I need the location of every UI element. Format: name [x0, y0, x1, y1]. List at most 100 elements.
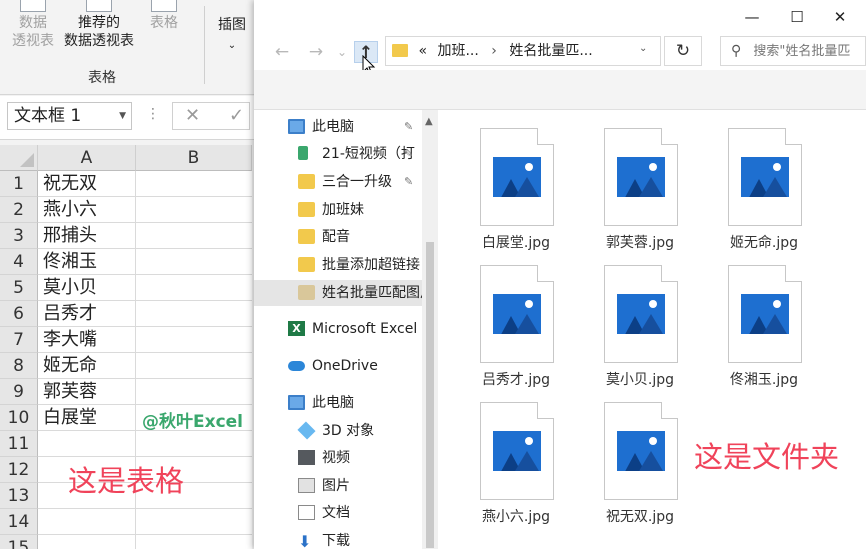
- row-header[interactable]: 12: [0, 457, 38, 483]
- cell-b[interactable]: [136, 379, 252, 405]
- nav-item[interactable]: X Microsoft Excel: [254, 316, 422, 342]
- row-header[interactable]: 7: [0, 327, 38, 353]
- search-input[interactable]: ⚲ 搜索"姓名批量匹: [720, 36, 866, 66]
- cell-b[interactable]: [136, 509, 252, 535]
- row-header[interactable]: 14: [0, 509, 38, 535]
- cell-a[interactable]: 姬无命: [38, 353, 136, 379]
- cell-a[interactable]: [38, 431, 136, 457]
- back-button[interactable]: ←: [270, 41, 294, 63]
- cell-a[interactable]: [38, 509, 136, 535]
- image-file-icon: [480, 128, 554, 226]
- photo-thumbnail-icon: [617, 431, 665, 471]
- row-header[interactable]: 2: [0, 197, 38, 223]
- nav-item-label: Microsoft Excel: [312, 321, 418, 337]
- file-item[interactable]: 姬无命.jpg: [684, 110, 804, 251]
- cancel-icon[interactable]: ✕: [185, 105, 200, 126]
- nav-item[interactable]: 批量添加超链接: [254, 252, 422, 278]
- breadcrumb-current[interactable]: 姓名批量匹...: [509, 43, 592, 59]
- row-header[interactable]: 10: [0, 405, 38, 431]
- row-header[interactable]: 4: [0, 249, 38, 275]
- forward-button[interactable]: →: [304, 41, 328, 63]
- row-header[interactable]: 13: [0, 483, 38, 509]
- nav-item[interactable]: 此电脑: [254, 390, 422, 416]
- refresh-button[interactable]: ↻: [664, 36, 702, 66]
- cell-a[interactable]: 莫小贝: [38, 275, 136, 301]
- breadcrumb-parent[interactable]: 加班...: [437, 43, 478, 59]
- scroll-up-icon[interactable]: ▲: [425, 116, 433, 127]
- column-header-b[interactable]: B: [136, 145, 252, 171]
- cell-b[interactable]: [136, 301, 252, 327]
- nav-item[interactable]: 此电脑 ✎: [254, 114, 422, 140]
- minimize-button[interactable]: —: [740, 6, 764, 28]
- nav-item[interactable]: 3D 对象: [254, 418, 422, 444]
- photo-thumbnail-icon: [493, 431, 541, 471]
- file-item[interactable]: 郭芙蓉.jpg: [560, 110, 680, 251]
- cell-a[interactable]: 燕小六: [38, 197, 136, 223]
- file-item[interactable]: 燕小六.jpg: [436, 384, 556, 525]
- cell-b[interactable]: [136, 431, 252, 457]
- cell-b[interactable]: [136, 223, 252, 249]
- address-bar[interactable]: « 加班... › 姓名批量匹...: [385, 36, 661, 66]
- table-button[interactable]: 表格: [150, 0, 178, 32]
- file-item[interactable]: 吕秀才.jpg: [436, 247, 556, 388]
- file-item[interactable]: 祝无双.jpg: [560, 384, 680, 525]
- nav-item[interactable]: OneDrive: [254, 353, 422, 379]
- row-header[interactable]: 5: [0, 275, 38, 301]
- nav-item[interactable]: 配音: [254, 224, 422, 250]
- row-header[interactable]: 8: [0, 353, 38, 379]
- file-item[interactable]: 莫小贝.jpg: [560, 247, 680, 388]
- nav-item[interactable]: 文档: [254, 500, 422, 526]
- row-header[interactable]: 6: [0, 301, 38, 327]
- cell-b[interactable]: [136, 249, 252, 275]
- cell-a[interactable]: 郭芙蓉: [38, 379, 136, 405]
- breadcrumb-separator[interactable]: ›: [491, 43, 497, 59]
- cell-b[interactable]: [136, 353, 252, 379]
- excel-icon: X: [288, 321, 305, 336]
- pivot-table-button[interactable]: 数据 透视表: [12, 0, 54, 50]
- address-dropdown-icon[interactable]: ⌄: [639, 43, 647, 54]
- cell-b[interactable]: [136, 197, 252, 223]
- cell-a[interactable]: [38, 535, 136, 549]
- recent-locations-button[interactable]: ⌄: [330, 41, 354, 63]
- cell-a[interactable]: 祝无双: [38, 171, 136, 197]
- pin-icon[interactable]: ✎: [404, 114, 413, 140]
- file-item[interactable]: 白展堂.jpg: [436, 110, 556, 251]
- nav-item[interactable]: 下载: [254, 528, 422, 549]
- cell-b[interactable]: [136, 275, 252, 301]
- illustrations-button[interactable]: 插图 ⌄: [218, 14, 246, 51]
- cell-b[interactable]: [136, 327, 252, 353]
- cell-b[interactable]: [136, 171, 252, 197]
- row-header[interactable]: 15: [0, 535, 38, 549]
- row-header[interactable]: 9: [0, 379, 38, 405]
- nav-item[interactable]: 姓名批量匹配图片: [254, 280, 422, 306]
- recommended-pivot-button[interactable]: 推荐的 数据透视表: [64, 0, 134, 50]
- nav-item[interactable]: 视频: [254, 445, 422, 471]
- pin-icon[interactable]: ✎: [404, 141, 413, 167]
- more-options-icon[interactable]: ⋮: [146, 106, 160, 122]
- title-bar[interactable]: — ☐ ✕: [254, 0, 866, 34]
- row-header[interactable]: 1: [0, 171, 38, 197]
- cell-a[interactable]: 邢捕头: [38, 223, 136, 249]
- nav-item[interactable]: 图片: [254, 473, 422, 499]
- cell-a[interactable]: 佟湘玉: [38, 249, 136, 275]
- nav-item[interactable]: 21-短视频（打 ✎: [254, 141, 422, 167]
- cell-a[interactable]: 吕秀才: [38, 301, 136, 327]
- nav-item-label: 视频: [322, 450, 350, 466]
- chevron-down-icon[interactable]: ▼: [119, 103, 126, 129]
- row-header[interactable]: 3: [0, 223, 38, 249]
- column-header-a[interactable]: A: [38, 145, 136, 171]
- name-box[interactable]: 文本框 1 ▼: [7, 102, 132, 130]
- pin-icon[interactable]: ✎: [404, 169, 413, 195]
- row-header[interactable]: 11: [0, 431, 38, 457]
- nav-item[interactable]: 三合一升级 ✎: [254, 169, 422, 195]
- file-item[interactable]: 佟湘玉.jpg: [684, 247, 804, 388]
- cell-a[interactable]: 白展堂: [38, 405, 136, 431]
- nav-item[interactable]: 加班妹: [254, 197, 422, 223]
- enter-icon[interactable]: ✓: [229, 103, 244, 129]
- close-button[interactable]: ✕: [828, 6, 852, 28]
- scrollbar-thumb[interactable]: [426, 242, 434, 548]
- maximize-button[interactable]: ☐: [785, 6, 809, 28]
- cell-b[interactable]: [136, 535, 252, 549]
- cell-a[interactable]: 李大嘴: [38, 327, 136, 353]
- select-all-corner[interactable]: [0, 145, 38, 171]
